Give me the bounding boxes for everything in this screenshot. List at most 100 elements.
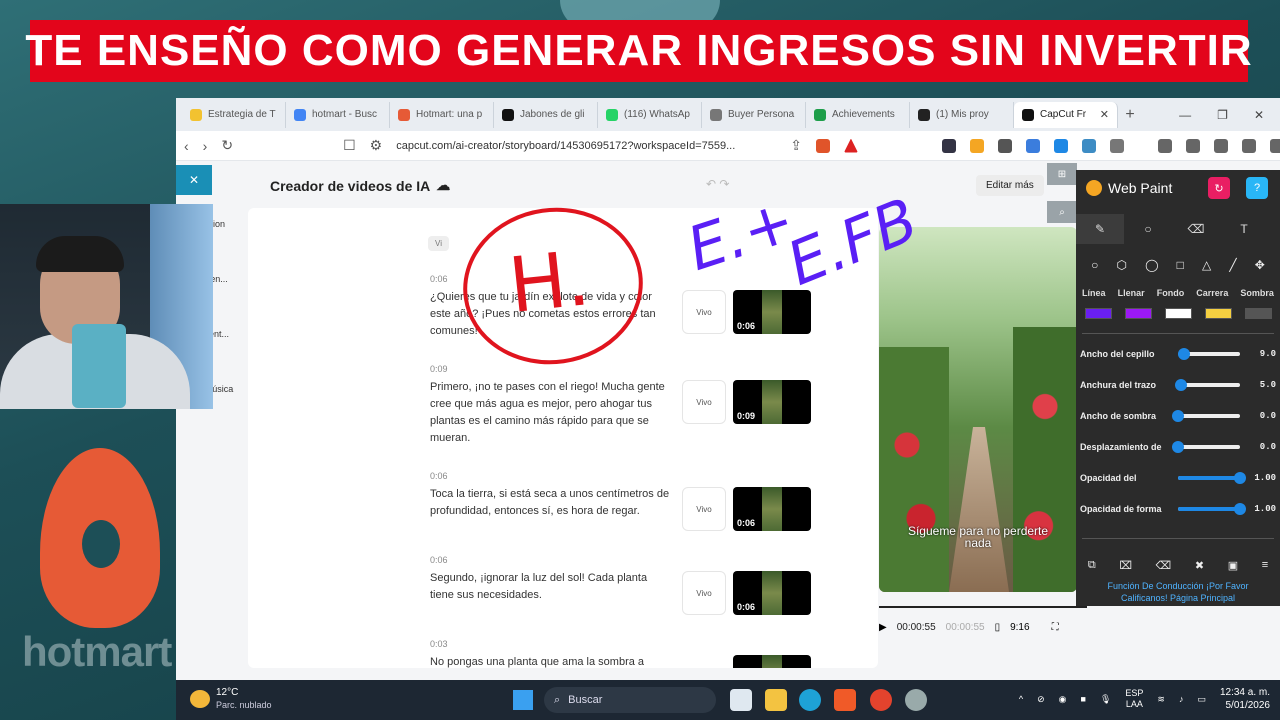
web-paint-links[interactable]: Función De Conducción ¡Por Favor Calific…: [1076, 580, 1280, 604]
volume-icon[interactable]: ♪: [1179, 694, 1184, 704]
vivo-button[interactable]: Vivo: [682, 571, 726, 615]
clock[interactable]: 12:34 a. m. 5/01/2026: [1220, 686, 1270, 712]
square-shape-icon[interactable]: □: [1177, 258, 1184, 272]
hexagon-shape-icon[interactable]: ⬡: [1116, 258, 1126, 272]
new-tab-button[interactable]: +: [1118, 106, 1142, 124]
brave-shield-icon[interactable]: [815, 138, 830, 153]
copy-icon[interactable]: ⧉: [1088, 559, 1096, 572]
share-icon[interactable]: ⇪: [790, 137, 802, 154]
cloud-icon[interactable]: ☁: [436, 177, 450, 194]
extension-icon[interactable]: [1081, 138, 1096, 153]
close-panel-button[interactable]: ✕: [176, 165, 212, 195]
video-preview[interactable]: Sígueme para no perderte nada: [879, 227, 1077, 592]
download-icon[interactable]: [1157, 138, 1172, 153]
settings-icon[interactable]: ≡: [1262, 559, 1268, 572]
segment-text[interactable]: No pongas una planta que ama la sombra a: [430, 654, 672, 668]
color-swatch[interactable]: [1084, 308, 1112, 319]
color-swatch[interactable]: [1124, 308, 1152, 319]
tray-app-icon[interactable]: ◉: [1059, 694, 1067, 705]
save-icon[interactable]: ▣: [1228, 559, 1238, 572]
vivo-button[interactable]: Vivo: [682, 487, 726, 531]
links-line-1[interactable]: Función De Conducción ¡Por Favor: [1076, 580, 1280, 592]
tab-shapes[interactable]: ○: [1124, 214, 1172, 244]
brave-rewards-icon[interactable]: [843, 138, 858, 153]
setting-slider[interactable]: [1172, 440, 1240, 453]
setting-slider[interactable]: [1178, 347, 1240, 360]
browser-tab[interactable]: Hotmart: una p: [390, 101, 494, 128]
forward-icon[interactable]: ›: [203, 138, 208, 154]
undo-icon[interactable]: ↶ ↷: [706, 177, 729, 191]
ai-icon[interactable]: [1241, 138, 1256, 153]
eraser-icon[interactable]: ⌫: [1156, 559, 1172, 572]
browser-tab[interactable]: CapCut Fr ✕: [1014, 101, 1118, 128]
extension-icon[interactable]: [997, 138, 1012, 153]
battery-icon[interactable]: ▭: [1197, 694, 1206, 705]
browser-tab[interactable]: hotmart - Busc: [286, 101, 390, 128]
clip-thumbnail[interactable]: 0:06: [733, 290, 811, 334]
vivo-button[interactable]: Vivo: [682, 290, 726, 334]
edge-icon[interactable]: [799, 689, 821, 711]
bookmark-icon[interactable]: ☐: [343, 137, 356, 154]
file-explorer-icon[interactable]: [765, 689, 787, 711]
back-icon[interactable]: ‹: [184, 138, 189, 154]
tab-eraser[interactable]: ⌫: [1172, 214, 1220, 244]
browser-tab[interactable]: (1) Mis proy: [910, 101, 1014, 128]
segment-text[interactable]: Segundo, ¡ignorar la luz del sol! Cada p…: [430, 570, 672, 604]
line-shape-icon[interactable]: ╱: [1229, 258, 1236, 272]
close-window-icon[interactable]: ✕: [1254, 108, 1264, 122]
clip-thumbnail[interactable]: 0:06: [733, 487, 811, 531]
expand-icon[interactable]: ⊞: [1047, 163, 1077, 185]
app-icon[interactable]: [905, 689, 927, 711]
slider-knob[interactable]: [1234, 502, 1246, 515]
chrome-icon[interactable]: [870, 689, 892, 711]
record-icon[interactable]: ■: [1081, 694, 1086, 704]
browser-tab[interactable]: Achievements: [806, 101, 910, 128]
url-input[interactable]: capcut.com/ai-creator/storyboard/1453069…: [396, 140, 776, 152]
setting-slider[interactable]: [1178, 502, 1246, 515]
segment-text[interactable]: Primero, ¡no te pases con el riego! Much…: [430, 379, 672, 447]
color-swatch[interactable]: [1244, 308, 1272, 319]
taskbar-search[interactable]: ⌕ Buscar: [544, 687, 716, 713]
setting-slider[interactable]: [1175, 378, 1240, 391]
setting-slider[interactable]: [1172, 409, 1240, 422]
tab-text[interactable]: T: [1220, 214, 1268, 244]
weather-widget[interactable]: 12°C Parc. nublado: [190, 687, 272, 711]
circle-shape-icon[interactable]: ○: [1091, 258, 1098, 272]
move-icon[interactable]: ✥: [1255, 258, 1265, 272]
help-icon[interactable]: ?: [1246, 177, 1268, 199]
extension-icon[interactable]: [941, 138, 956, 153]
maximize-icon[interactable]: ❐: [1217, 108, 1228, 122]
browser-tab[interactable]: Buyer Persona: [702, 101, 806, 128]
zoom-icon[interactable]: ⌕: [1047, 201, 1077, 223]
browser-tab[interactable]: Jabones de gli: [494, 101, 598, 128]
slider-knob[interactable]: [1175, 378, 1188, 391]
fullscreen-icon[interactable]: ⛶: [1052, 622, 1059, 633]
extension-icon[interactable]: [1053, 138, 1068, 153]
voice-chip[interactable]: Vi: [428, 236, 449, 251]
segment-text[interactable]: Toca la tierra, si está seca a unos cent…: [430, 486, 672, 520]
close-tab-icon[interactable]: ✕: [1100, 108, 1109, 121]
windows-start-icon[interactable]: [513, 690, 533, 710]
microphone-icon[interactable]: 🎙: [1100, 694, 1111, 705]
wifi-icon[interactable]: ≋: [1157, 694, 1165, 705]
task-view-icon[interactable]: [730, 689, 752, 711]
slider-knob[interactable]: [1234, 471, 1246, 484]
color-swatch[interactable]: [1164, 308, 1192, 319]
reload-icon[interactable]: ↻: [221, 137, 233, 154]
vivo-button[interactable]: Vivo: [682, 380, 726, 424]
tab-pencil[interactable]: ✎: [1076, 214, 1124, 244]
clip-thumbnail[interactable]: 0:09: [733, 380, 811, 424]
browser-tab[interactable]: Estrategia de T: [182, 101, 286, 128]
trash-icon[interactable]: ✖: [1195, 559, 1204, 572]
extension-icon[interactable]: [969, 138, 984, 153]
clear-icon[interactable]: ⌧: [1119, 559, 1132, 572]
ring-shape-icon[interactable]: ◯: [1145, 258, 1158, 272]
color-swatch[interactable]: [1204, 308, 1232, 319]
extension-icon[interactable]: [1109, 138, 1124, 153]
aspect-icon[interactable]: ▯: [995, 622, 1001, 633]
links-line-2[interactable]: Calificanos! Página Principal: [1076, 592, 1280, 604]
site-info-icon[interactable]: ⚙: [370, 137, 383, 154]
segment-text[interactable]: ¿Quieres que tu jardín explote de vida y…: [430, 289, 672, 340]
slider-knob[interactable]: [1172, 409, 1184, 422]
wallet-icon[interactable]: [1213, 138, 1228, 153]
